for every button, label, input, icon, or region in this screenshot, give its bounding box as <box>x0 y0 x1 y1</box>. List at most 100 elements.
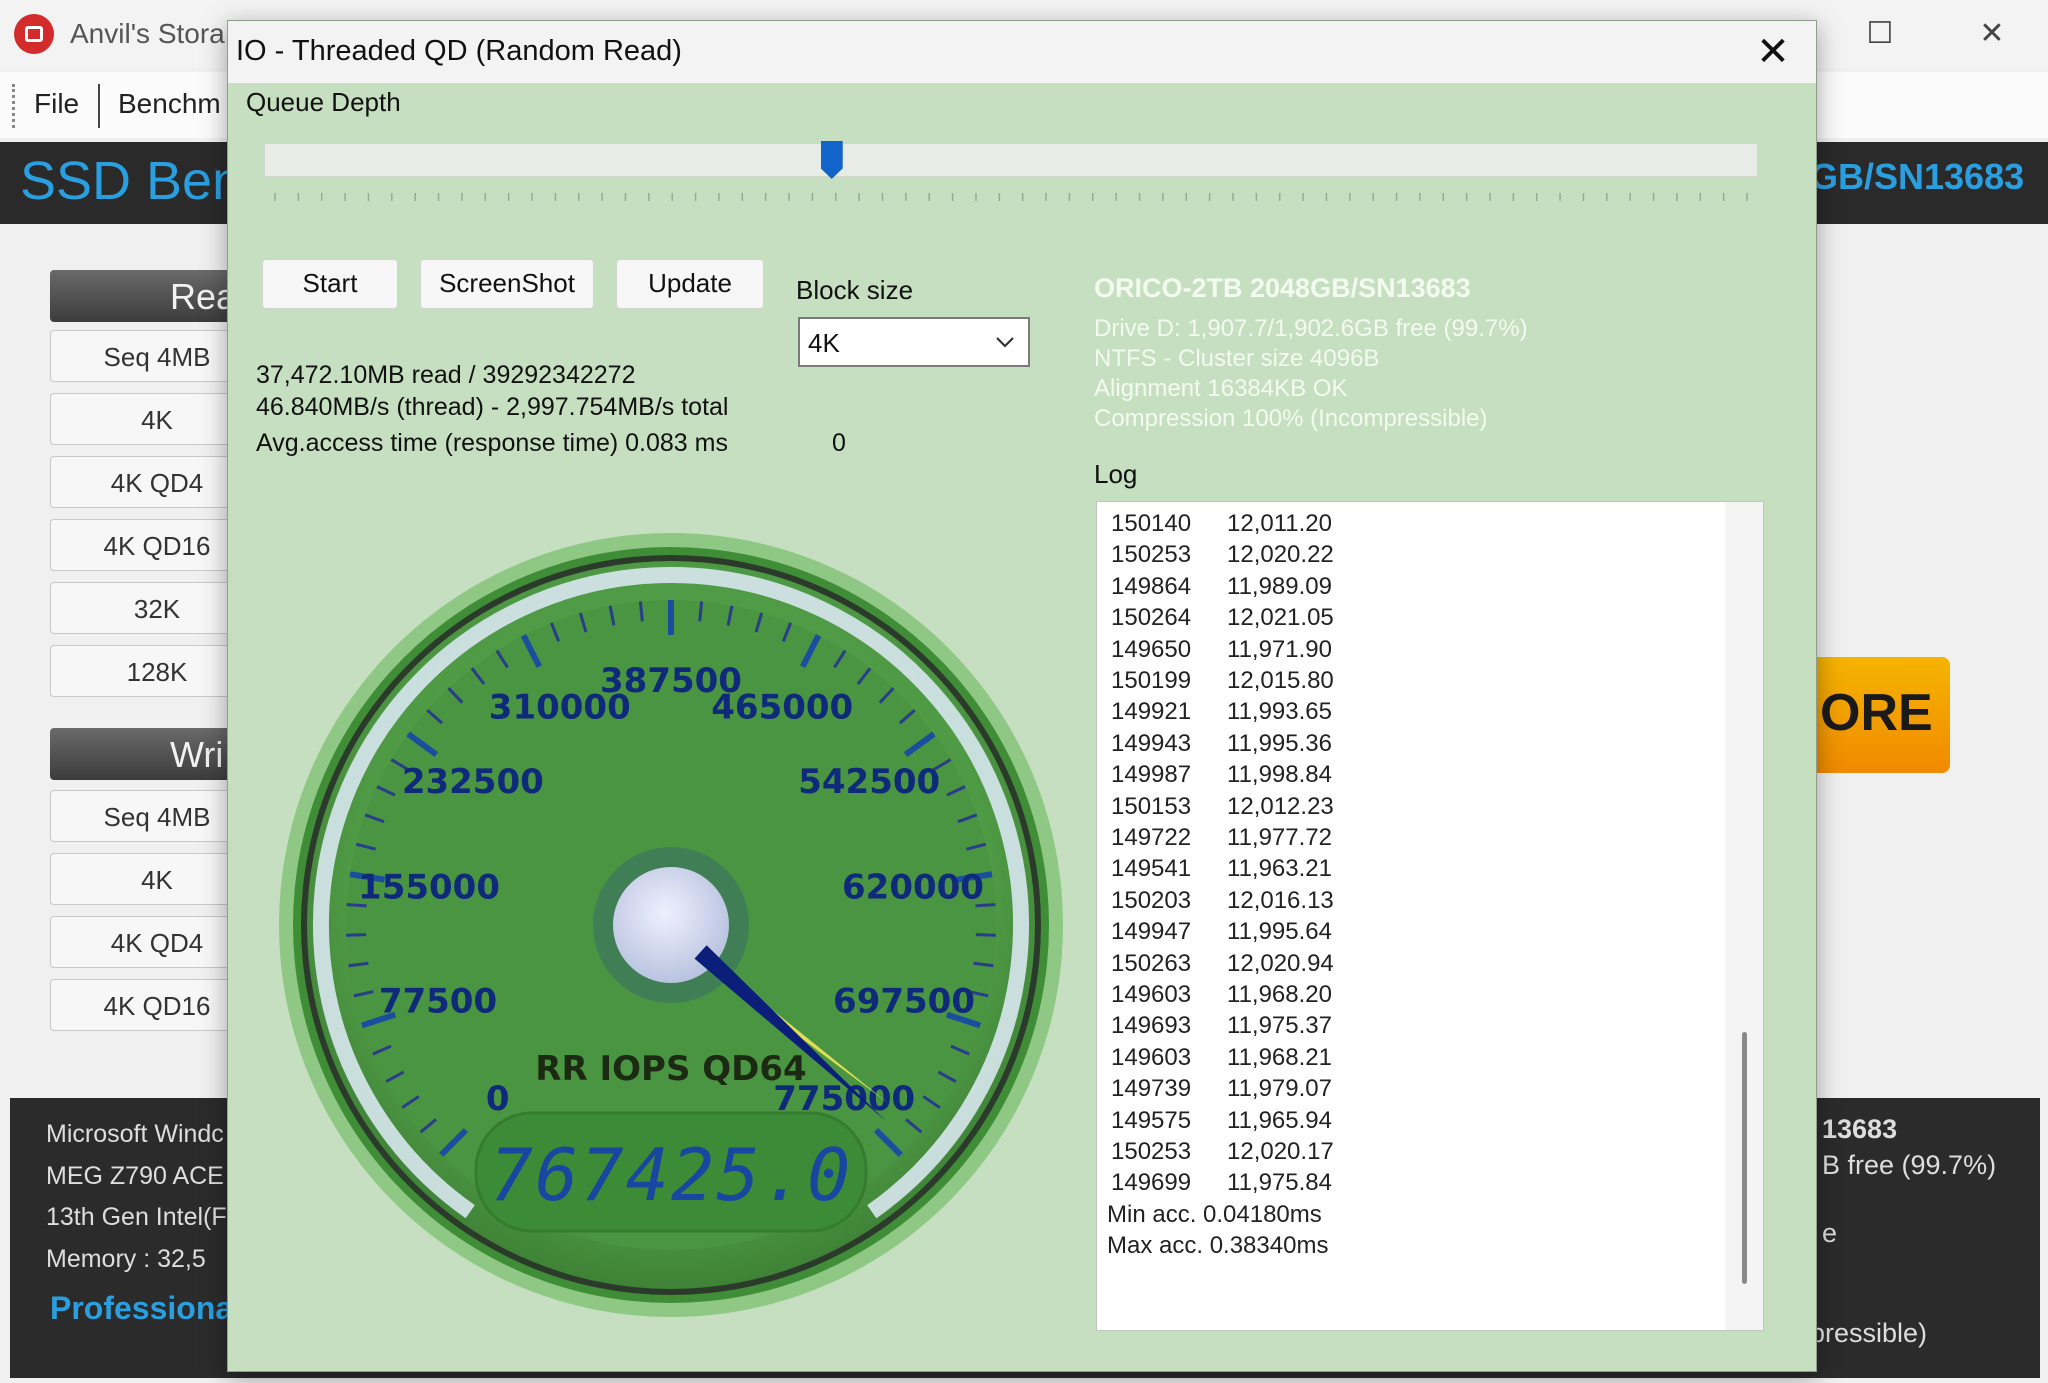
write-4kqd4-button[interactable]: 4K QD4 <box>50 916 250 968</box>
write-seq4mb-button[interactable]: Seq 4MB <box>50 790 250 842</box>
menu-grip <box>12 84 18 128</box>
gauge-minor-tick <box>638 601 644 622</box>
log-max-access: Max acc. 0.38340ms <box>1107 1232 1329 1260</box>
log-iops: 149943 <box>1111 729 1192 757</box>
log-mbps: 11,979.07 <box>1227 1075 1332 1103</box>
sysinfo-board: MEG Z790 ACE <box>46 1162 224 1190</box>
maximize-icon[interactable]: ☐ <box>1860 14 1900 54</box>
log-iops: 149947 <box>1111 918 1192 946</box>
main-window-title: Anvil's Stora <box>70 18 225 49</box>
log-row: 150253 12,020.17 <box>1111 1138 1334 1169</box>
log-min-access: Min acc. 0.04180ms <box>1107 1200 1322 1228</box>
log-row: 149650 11,971.90 <box>1111 636 1332 667</box>
read-section-header: Rea <box>50 270 250 322</box>
read-32k-button[interactable]: 32K <box>50 582 250 634</box>
write-4k-button[interactable]: 4K <box>50 853 250 905</box>
write-4kqd16-button[interactable]: 4K QD16 <box>50 979 250 1031</box>
log-mbps: 11,965.94 <box>1227 1106 1332 1134</box>
log-mbps: 11,968.20 <box>1227 981 1332 1008</box>
screenshot-button[interactable]: ScreenShot <box>420 259 594 309</box>
iops-gauge: 0775001550002325003100003875004650005425… <box>279 533 1063 1317</box>
log-mbps: 12,016.13 <box>1227 886 1334 914</box>
log-row: 150203 12,016.13 <box>1111 887 1334 918</box>
log-iops: 149693 <box>1111 1012 1192 1040</box>
menu-benchmark[interactable]: Benchm <box>118 88 221 120</box>
sysinfo-drive-partial: e <box>1822 1218 1838 1248</box>
gauge-minor-tick <box>346 933 367 937</box>
read-4k-button[interactable]: 4K <box>50 393 250 445</box>
io-dialog: IO - Threaded QD (Random Read) ✕ Queue D… <box>227 20 1817 1372</box>
log-row: 150264 12,021.05 <box>1111 604 1334 635</box>
slider-ticks <box>274 193 1748 201</box>
log-box[interactable]: 150140 12,011.20 150253 12,020.22 149864 11,9… <box>1096 501 1764 1331</box>
block-size-label: Block size <box>796 275 914 305</box>
log-iops: 149739 <box>1111 1075 1192 1103</box>
log-mbps: 11,977.72 <box>1227 824 1332 851</box>
dialog-title: IO - Threaded QD (Random Read) <box>236 35 682 67</box>
gauge-tick-label: 697500 <box>833 982 975 1022</box>
drive-filesystem: NTFS - Cluster size 4096B <box>1094 345 1380 372</box>
log-iops: 150253 <box>1111 541 1192 569</box>
gauge-tick-label: 77500 <box>379 982 497 1022</box>
block-size-select[interactable]: 4K <box>798 317 1030 367</box>
read-4kqd4-button[interactable]: 4K QD4 <box>50 456 250 508</box>
log-row: 149541 11,963.21 <box>1111 855 1332 886</box>
sysinfo-compression: pressible) <box>1810 1318 1928 1348</box>
dialog-close-icon[interactable]: ✕ <box>1750 29 1796 75</box>
edition-label: Professiona <box>50 1290 234 1326</box>
log-mbps: 12,020.94 <box>1227 949 1334 977</box>
log-iops: 149699 <box>1111 1169 1192 1197</box>
queue-depth-label: Queue Depth <box>246 87 401 117</box>
log-row: 150153 12,012.23 <box>1111 793 1334 824</box>
log-row: 149943 11,995.36 <box>1111 730 1332 761</box>
close-icon[interactable]: ✕ <box>1972 14 2012 54</box>
error-counter: 0 <box>832 429 846 457</box>
gauge-tick-label: 232500 <box>402 762 544 802</box>
log-scrollbar-thumb[interactable] <box>1742 1032 1747 1284</box>
log-iops: 149603 <box>1111 1043 1192 1071</box>
gauge-tick-label: 155000 <box>358 868 500 908</box>
gauge-label: RR IOPS QD64 <box>535 1049 806 1089</box>
queue-depth-slider[interactable] <box>264 143 1758 177</box>
update-button[interactable]: Update <box>616 259 764 309</box>
log-row: 149864 11,989.09 <box>1111 573 1332 604</box>
log-row: 149947 11,995.64 <box>1111 918 1332 949</box>
log-row: 149575 11,965.94 <box>1111 1107 1332 1138</box>
start-button[interactable]: Start <box>262 259 398 309</box>
gauge-minor-tick <box>975 933 996 937</box>
score-badge: ORE <box>1800 657 1950 773</box>
log-mbps: 11,975.37 <box>1227 1012 1332 1040</box>
log-row: 150263 12,020.94 <box>1111 950 1334 981</box>
log-iops: 150263 <box>1111 949 1192 977</box>
drive-free-space: Drive D: 1,907.7/1,902.6GB free (99.7%) <box>1094 315 1528 342</box>
log-mbps: 12,012.23 <box>1227 792 1334 820</box>
log-row: 149987 11,998.84 <box>1111 761 1332 792</box>
drive-name: ORICO-2TB 2048GB/SN13683 <box>1094 273 1471 303</box>
read-stat-line: 37,472.10MB read / 39292342272 <box>256 361 636 389</box>
log-mbps: 11,995.64 <box>1227 918 1332 946</box>
log-row: 149921 11,993.65 <box>1111 698 1332 729</box>
log-mbps: 12,020.17 <box>1227 1138 1334 1165</box>
log-iops: 149575 <box>1111 1106 1192 1134</box>
log-mbps: 11,998.84 <box>1227 761 1332 789</box>
read-4kqd16-button[interactable]: 4K QD16 <box>50 519 250 571</box>
read-seq4mb-button[interactable]: Seq 4MB <box>50 330 250 382</box>
log-row: 150140 12,011.20 <box>1111 510 1332 541</box>
log-iops: 150203 <box>1111 886 1192 914</box>
block-size-value: 4K <box>808 328 840 358</box>
log-mbps: 12,011.20 <box>1227 510 1332 537</box>
sysinfo-drive-free: B free (99.7%) <box>1822 1150 1997 1180</box>
log-mbps: 12,015.80 <box>1227 667 1334 694</box>
read-128k-button[interactable]: 128K <box>50 645 250 697</box>
log-mbps: 11,993.65 <box>1227 698 1332 726</box>
log-row: 149722 11,977.72 <box>1111 824 1332 855</box>
log-iops: 149864 <box>1111 572 1192 600</box>
log-mbps: 11,963.21 <box>1227 855 1332 883</box>
log-row: 149699 11,975.84 <box>1111 1169 1332 1200</box>
menu-file[interactable]: File <box>34 88 79 120</box>
log-iops: 150153 <box>1111 792 1192 820</box>
gauge-minor-tick <box>698 601 704 622</box>
log-iops: 149541 <box>1111 855 1192 883</box>
sysinfo-cpu: 13th Gen Intel(F <box>46 1203 227 1231</box>
log-iops: 149650 <box>1111 635 1192 663</box>
